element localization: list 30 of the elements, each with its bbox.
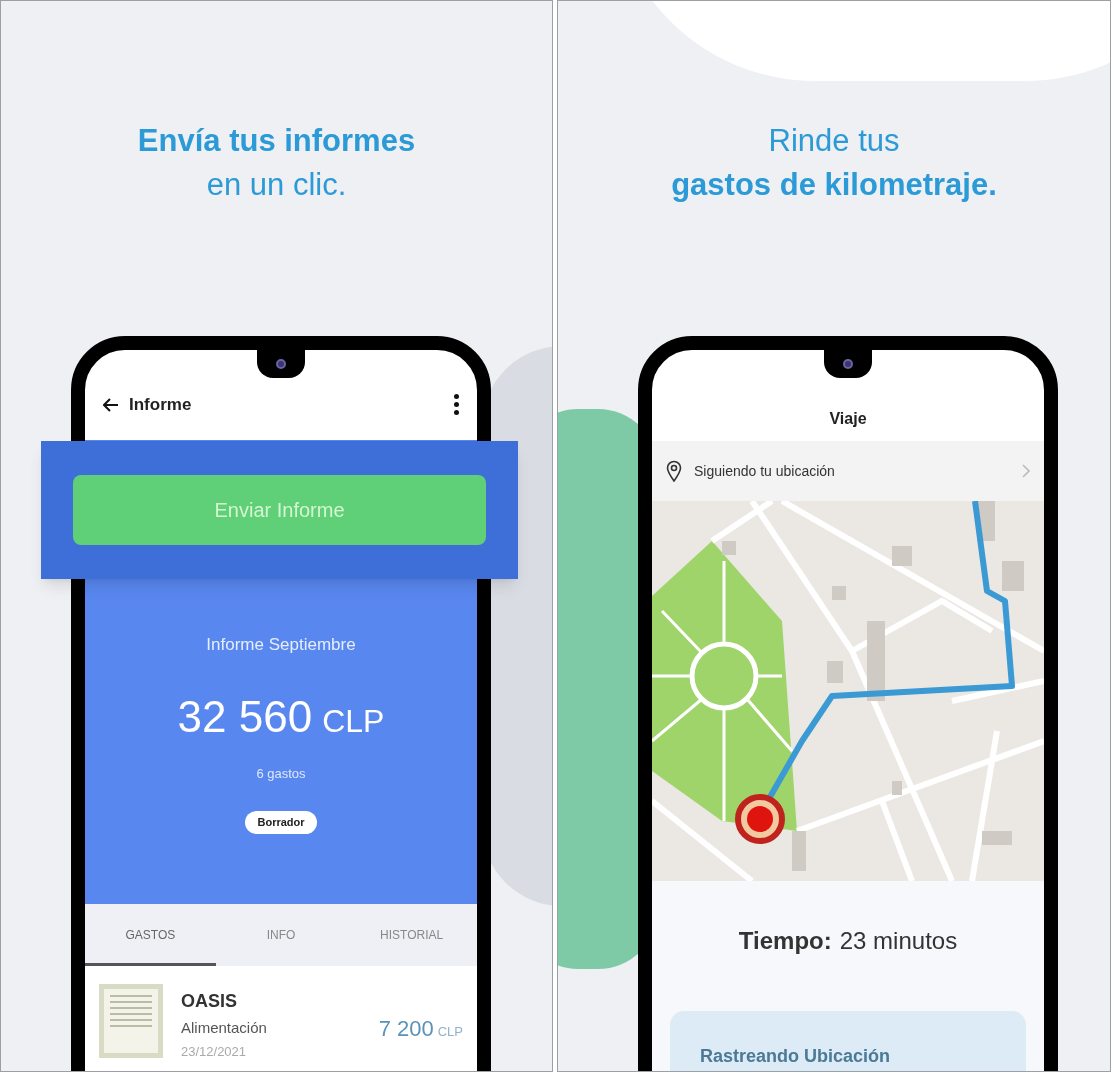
tracking-status: Rastreando Ubicación bbox=[700, 1046, 891, 1066]
screen-title: Informe bbox=[129, 394, 192, 416]
headline-text: en un clic. bbox=[206, 166, 347, 204]
currency-label: CLP bbox=[322, 701, 385, 741]
chevron-right-icon bbox=[1022, 464, 1030, 478]
tab[interactable]: INFO bbox=[215, 904, 347, 966]
location-pin-icon bbox=[666, 460, 682, 482]
camera-icon bbox=[843, 359, 853, 369]
headline-text: Envía tus informes bbox=[137, 122, 416, 160]
total-amount: 32 560 bbox=[177, 690, 313, 743]
camera-icon bbox=[276, 359, 286, 369]
merchant-name: OASIS bbox=[181, 990, 238, 1013]
expense-date: 23/12/2021 bbox=[181, 1042, 248, 1061]
headline-text: Rinde tus bbox=[768, 122, 900, 160]
report-name: Informe Septiembre bbox=[206, 634, 356, 656]
screen-title: Viaje bbox=[829, 409, 867, 429]
back-arrow-icon[interactable] bbox=[103, 397, 119, 412]
status-badge: Borrador bbox=[245, 811, 317, 834]
expense-category: Alimentación bbox=[181, 1018, 268, 1038]
currency-label: CLP bbox=[437, 1023, 463, 1041]
tab[interactable]: HISTORIAL bbox=[346, 904, 477, 966]
time-label: Tiempo: bbox=[738, 926, 832, 956]
map-drawing[interactable] bbox=[652, 501, 1044, 881]
time-value: 23 minutos bbox=[839, 926, 958, 956]
location-row[interactable]: Siguiendo tu ubicación bbox=[652, 441, 1044, 501]
more-options-icon[interactable] bbox=[454, 392, 459, 415]
expense-amount: 7 200 bbox=[378, 1015, 434, 1043]
expense-count: 6 gastos bbox=[256, 764, 306, 783]
headline-text: gastos de kilometraje. bbox=[671, 166, 997, 204]
location-status: Siguiendo tu ubicación bbox=[694, 461, 836, 481]
